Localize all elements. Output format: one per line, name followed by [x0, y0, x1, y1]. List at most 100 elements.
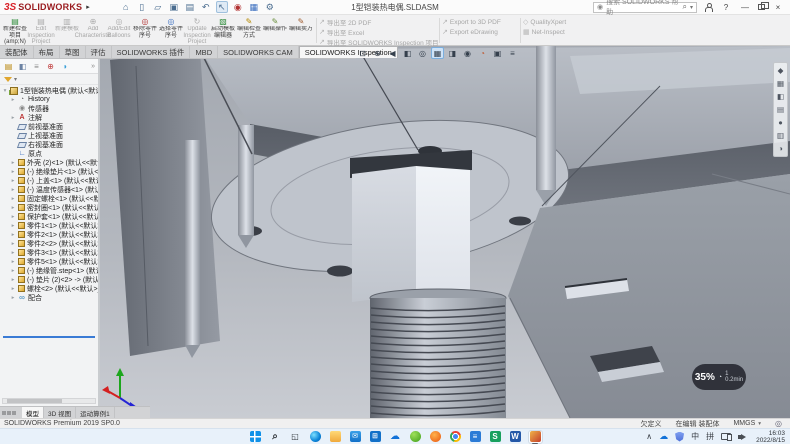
onedrive-icon[interactable]: ☁ [388, 430, 403, 444]
tree-item[interactable]: 原点 [0, 149, 98, 158]
update-inspection-project-button[interactable]: ↻ Update Inspection Project [184, 16, 210, 45]
solidworks-logo[interactable]: 3S SOLIDWORKS ▸ [0, 2, 94, 13]
minimize-button[interactable]: — [739, 3, 751, 12]
export-edrawing-item[interactable]: ↗ Export eDrawing [442, 28, 518, 36]
green-s-app-icon[interactable]: S [488, 430, 503, 444]
edit-inspection-project-button[interactable]: ▤ Edit Inspection Project [28, 16, 54, 45]
blue-doc-app-icon[interactable]: ≡ [468, 430, 483, 444]
hide-show-items-icon[interactable]: ◉ [461, 47, 474, 59]
file-explorer-icon[interactable] [328, 430, 343, 444]
tab-sketch[interactable]: 草图 [60, 46, 86, 58]
vt-sphere-icon[interactable]: ● [774, 117, 787, 128]
tab-scroll-controls[interactable] [0, 407, 22, 418]
zoom-area-icon[interactable]: ⊕ [371, 47, 384, 59]
store-icon[interactable]: ⊞ [368, 430, 383, 444]
expand-arrow-icon[interactable]: ▸ [10, 115, 16, 121]
login-user-icon[interactable] [704, 3, 713, 12]
print-icon[interactable]: ▤ [184, 1, 196, 13]
orange-circle-app-icon[interactable] [428, 430, 443, 444]
edit-vendors-button[interactable]: ✎ 编辑卖方 [288, 16, 314, 45]
export-inspection-project-item[interactable]: ↗ 导出至 SOLIDWORKS Inspection 项目 [319, 38, 437, 46]
displaymanager-tab[interactable]: ◑ [59, 61, 70, 72]
export-3d-pdf-item[interactable]: ↗ Export to 3D PDF [442, 18, 518, 26]
display-style-icon[interactable]: ◨ [446, 47, 459, 59]
green-circle-app-icon[interactable] [408, 430, 423, 444]
tree-item[interactable]: ▸ 零件2<1> (默认<<默认>_显示状 [0, 230, 98, 239]
start-button[interactable] [248, 430, 263, 444]
propertymanager-tab[interactable]: ◧ [17, 61, 28, 72]
tree-item[interactable]: 右视基准面 [0, 140, 98, 149]
tree-item[interactable]: ▸ History [0, 95, 98, 104]
vt-shaded-icon[interactable]: ◑ [774, 143, 787, 154]
tree-item[interactable]: ▸ 固定螺栓<1> (默认<<默认>_显示 [0, 194, 98, 203]
export-2d-pdf-item[interactable]: ↗ 导出至 2D PDF [319, 18, 437, 26]
tree-item[interactable]: 上视基准面 [0, 131, 98, 140]
previous-view-icon[interactable]: ◀ [386, 47, 399, 59]
search-type-icon[interactable]: ◉ [597, 3, 603, 11]
expand-arrow-icon[interactable]: ▸ [10, 169, 16, 175]
expand-arrow-icon[interactable]: ▾ [2, 88, 8, 94]
expand-arrow-icon[interactable]: ▸ [10, 187, 16, 193]
tree-item[interactable]: ▸ 零件3<1> (默认<<默认>_显示状 [0, 248, 98, 257]
qualityxpert-item[interactable]: ◇ QualityXpert [523, 18, 587, 26]
vt-mass-icon[interactable]: ▦ [774, 78, 787, 89]
add-characteristic-button[interactable]: ⊕ Add Characteristic [80, 16, 106, 45]
search-input[interactable]: ◉ 搜索 SOLIDWORKS 帮助 ⌕ ▾ [593, 2, 697, 13]
new-inspection-project-button[interactable]: ▤ 新建检查项目 (amp;N) [2, 16, 28, 45]
tree-item[interactable]: ▸ (-) 温度传感器<1> (默认<<默认>_ [0, 185, 98, 194]
chrome-icon[interactable] [448, 430, 463, 444]
tree-item[interactable]: ▸ 注解 [0, 113, 98, 122]
bom-table-icon[interactable]: ▦ [248, 1, 260, 13]
expand-arrow-icon[interactable]: ▸ [10, 205, 16, 211]
tree-horizontal-scrollbar[interactable] [2, 398, 96, 404]
save-icon[interactable]: ▣ [168, 1, 180, 13]
edit-appearance-icon[interactable]: ◔ [476, 47, 489, 59]
view-orientation-icon[interactable]: ▦ [431, 47, 444, 59]
speed-time-overlay[interactable]: 35% ◔ 1 0.2min [692, 364, 746, 390]
export-excel-item[interactable]: ↗ 导出至 Excel [319, 28, 437, 36]
annotation-views-icon[interactable]: ◎ [416, 47, 429, 59]
tree-item[interactable]: ▸ 零件2<2> (默认<<默认>_显示状 [0, 239, 98, 248]
menu-flyout-icon[interactable]: ▸ [86, 3, 90, 11]
expand-arrow-icon[interactable]: ▸ [10, 223, 16, 229]
net-inspect-item[interactable]: ▦ Net-Inspect [523, 28, 587, 36]
new-document-icon[interactable]: ▯ [136, 1, 148, 13]
tray-monitor-icon[interactable] [721, 433, 731, 440]
tree-item[interactable]: ▸ (-) 绝缘垫片<1> (默认<<默认>_显 [0, 167, 98, 176]
search-button[interactable]: ⌕ [268, 430, 283, 444]
cad-model-render[interactable] [100, 46, 790, 418]
expand-arrow-icon[interactable]: ▸ [10, 178, 16, 184]
tab-cam[interactable]: SOLIDWORKS CAM [218, 46, 299, 58]
zoom-fit-icon[interactable]: ⊡ [356, 47, 369, 59]
vt-measure-icon[interactable]: ◆ [774, 65, 787, 76]
status-tag-icon[interactable]: ◎ [775, 419, 782, 428]
tree-item[interactable]: ▸ (-) 垫片 (2)<2> -> (默认<<默认> [0, 275, 98, 284]
launch-template-editor-button[interactable]: ▧ 启动模板编辑器 [210, 16, 236, 45]
tree-item[interactable]: ▸ 零件5<1> (默认<<默认>_显示状态 [0, 257, 98, 266]
mail-icon[interactable]: ✉ [348, 430, 363, 444]
edge-icon[interactable] [308, 430, 323, 444]
expand-arrow-icon[interactable]: ▸ [10, 97, 16, 103]
search-caret-icon[interactable]: ▾ [690, 4, 693, 11]
tab-addins[interactable]: SOLIDWORKS 插件 [112, 46, 191, 58]
graphics-viewport[interactable]: ⊡⊕◀◧◎▦◨◉◔▣≡ ◆▦◧▤●▥◑ 35% ◔ 1 0.2min [100, 46, 790, 418]
tree-item[interactable]: ▸ (-) 上盖<1> (默认<<默认>_显示状 [0, 176, 98, 185]
scrollbar-thumb[interactable] [7, 399, 62, 403]
apply-scene-icon[interactable]: ▣ [491, 47, 504, 59]
model-tab[interactable]: 模型 [22, 407, 44, 418]
expand-arrow-icon[interactable]: ▸ [10, 160, 16, 166]
word-app-icon[interactable]: W [508, 430, 523, 444]
search-icon[interactable]: ⌕ [683, 2, 687, 12]
expand-arrow-icon[interactable]: ▸ [10, 268, 16, 274]
select-cursor-icon[interactable]: ↖ [216, 1, 228, 13]
solidworks-app-icon[interactable] [528, 430, 543, 444]
expand-arrow-icon[interactable]: ▸ [10, 259, 16, 265]
close-button[interactable]: × [772, 3, 784, 12]
tree-item[interactable]: 前视基准面 [0, 122, 98, 131]
dimxpertmanager-tab[interactable]: ⊕ [45, 61, 56, 72]
tree-item[interactable]: ▸ 配合 [0, 293, 98, 302]
tab-mbd[interactable]: MBD [190, 46, 218, 58]
filter-caret-icon[interactable]: ▾ [14, 76, 17, 83]
expand-arrow-icon[interactable]: ▸ [10, 295, 16, 301]
3d-views-tab[interactable]: 3D 视图 [44, 407, 76, 418]
